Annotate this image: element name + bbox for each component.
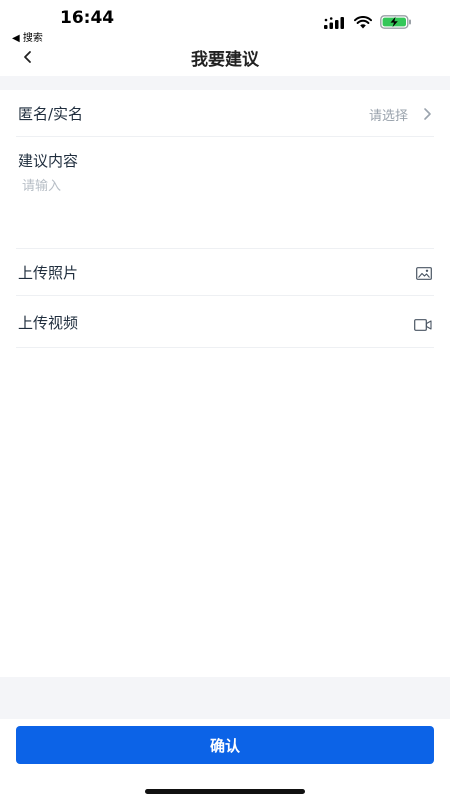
battery-charging-icon xyxy=(380,14,412,33)
suggestion-content-label: 建议内容 xyxy=(18,152,79,170)
upload-video-label: 上传视频 xyxy=(18,314,79,332)
suggestion-content-section: 建议内容 xyxy=(16,137,440,249)
chevron-right-icon xyxy=(422,106,432,125)
home-indicator[interactable] xyxy=(145,789,305,794)
image-icon[interactable] xyxy=(416,265,432,284)
anonymity-selector[interactable]: 匿名/实名 请选择 xyxy=(16,90,434,137)
page-title: 我要建议 xyxy=(191,50,259,70)
status-icons xyxy=(324,14,412,33)
status-bar: 16:44 ◀ 搜索 xyxy=(0,0,450,44)
suggestion-content-input[interactable] xyxy=(16,175,440,241)
wifi-icon xyxy=(354,14,372,33)
upload-photo-label: 上传照片 xyxy=(18,264,79,282)
video-camera-icon[interactable] xyxy=(414,316,432,335)
anonymity-label: 匿名/实名 xyxy=(18,105,84,123)
status-time: 16:44 xyxy=(60,8,115,28)
signal-icon xyxy=(324,14,346,33)
section-divider xyxy=(0,76,450,90)
upload-video-row[interactable]: 上传视频 xyxy=(16,296,434,348)
anonymity-placeholder: 请选择 xyxy=(368,109,408,124)
confirm-button[interactable]: 确认 xyxy=(16,726,434,764)
footer-spacer xyxy=(0,677,450,719)
upload-photo-row[interactable]: 上传照片 xyxy=(16,249,434,296)
navigation-bar: 我要建议 xyxy=(0,40,450,76)
